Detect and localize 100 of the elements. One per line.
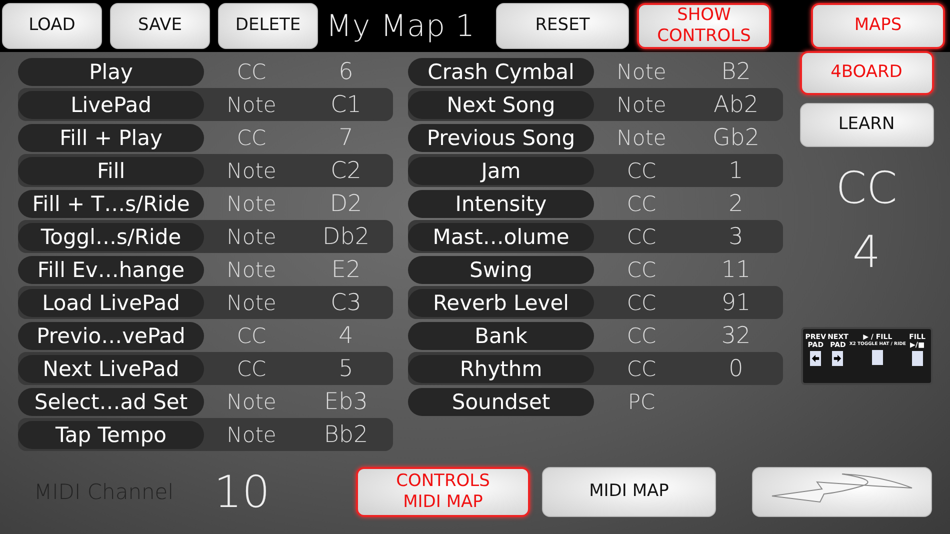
learn-value: 4: [852, 226, 880, 280]
message-value: 1: [728, 158, 744, 184]
message-type: CC: [626, 324, 658, 348]
mapping-row[interactable]: LivePad Note C1: [18, 88, 393, 121]
control-name: Swing: [408, 256, 594, 284]
control-name: Rhythm: [408, 354, 594, 382]
message-value: 5: [338, 356, 354, 382]
mapping-row[interactable]: Fill Note C2: [18, 154, 393, 187]
map-title: My Map 1: [326, 8, 476, 44]
message-type: Note: [226, 290, 278, 314]
message-value: C1: [330, 92, 362, 118]
control-name: Fill Ev…hange: [18, 256, 204, 284]
mapping-row[interactable]: Bank CC 32: [408, 319, 783, 352]
message-value: Eb3: [323, 388, 369, 414]
control-name: Play: [18, 58, 204, 86]
toolbar-button[interactable]: RESET: [496, 3, 629, 49]
message-value: B2: [720, 58, 752, 84]
message-type: Note: [226, 92, 278, 116]
mapping-row[interactable]: Load LivePad Note C3: [18, 286, 393, 319]
message-type: CC: [236, 356, 268, 380]
control-name: Next Song: [408, 90, 594, 118]
mapping-row[interactable]: Crash Cymbal Note B2: [408, 55, 783, 88]
control-name: Next LivePad: [18, 354, 204, 382]
mapping-row[interactable]: Fill + T…s/Ride Note D2: [18, 187, 393, 220]
toolbar-button[interactable]: SAVE: [110, 3, 210, 49]
control-name: Fill + Play: [18, 124, 204, 152]
message-value: D2: [328, 190, 364, 216]
mapping-row[interactable]: Fill + Play CC 7: [18, 121, 393, 154]
mapping-row[interactable]: Reverb Level CC 91: [408, 286, 783, 319]
message-type: Note: [616, 126, 668, 150]
mapping-row[interactable]: Play CC 6: [18, 55, 393, 88]
control-name: Reverb Level: [408, 288, 594, 316]
message-type: CC: [626, 356, 658, 380]
message-value: 91: [720, 290, 752, 316]
control-name: LivePad: [18, 90, 204, 118]
back-button[interactable]: [752, 467, 932, 517]
channel-value: 10: [214, 466, 271, 518]
control-name: Jam: [408, 156, 594, 184]
sidebar-button[interactable]: 4BOARD: [800, 51, 934, 95]
mapping-row[interactable]: Swing CC 11: [408, 253, 783, 286]
message-value: Ab2: [712, 92, 760, 118]
mapping-row[interactable]: Select…ad Set Note Eb3: [18, 385, 393, 418]
message-type: Note: [226, 158, 278, 182]
message-type: CC: [626, 290, 658, 314]
pedal-key: [912, 351, 923, 366]
message-type: CC: [236, 324, 268, 348]
message-value: Bb2: [322, 422, 370, 448]
control-name: Previous Song: [408, 124, 594, 152]
control-name: Soundset: [408, 388, 594, 416]
message-value: C3: [330, 290, 362, 316]
mapping-row[interactable]: Next Song Note Ab2: [408, 88, 783, 121]
message-value: 6: [338, 58, 354, 84]
message-value: 11: [720, 256, 752, 282]
message-value: 32: [720, 322, 752, 348]
message-type: Note: [226, 224, 278, 248]
toolbar-button[interactable]: LOAD: [2, 3, 102, 49]
control-name: Intensity: [408, 190, 594, 218]
message-type: Note: [226, 192, 278, 216]
toolbar-button[interactable]: DELETE: [218, 3, 318, 49]
message-value: 2: [728, 190, 744, 216]
control-name: Previo…vePad: [18, 322, 204, 350]
message-type: CC: [626, 258, 658, 282]
message-value: 3: [728, 224, 744, 250]
message-type: CC: [626, 224, 658, 248]
mapping-row[interactable]: Intensity CC 2: [408, 187, 783, 220]
control-name: Mast…olume: [408, 222, 594, 250]
message-type: CC: [626, 158, 658, 182]
toolbar-button[interactable]: SHOW CONTROLS: [637, 3, 771, 49]
mapping-row[interactable]: Previo…vePad CC 4: [18, 319, 393, 352]
control-name: Load LivePad: [18, 288, 204, 316]
message-value: E2: [330, 256, 362, 282]
mapping-row[interactable]: Tap Tempo Note Bb2: [18, 418, 393, 451]
mapping-row[interactable]: Next LivePad CC 5: [18, 352, 393, 385]
control-name: Tap Tempo: [18, 420, 204, 448]
mapping-row[interactable]: Jam CC 1: [408, 154, 783, 187]
message-type: Note: [226, 390, 278, 414]
message-value: 4: [338, 322, 354, 348]
control-name: Select…ad Set: [18, 388, 204, 416]
left-arrow-icon: [811, 354, 820, 364]
control-name: Crash Cymbal: [408, 58, 594, 86]
map-button[interactable]: MIDI MAP: [542, 467, 716, 517]
control-name: Bank: [408, 322, 594, 350]
mapping-row[interactable]: Toggl…s/Ride Note Db2: [18, 220, 393, 253]
mapping-row[interactable]: Mast…olume CC 3: [408, 220, 783, 253]
message-type: CC: [236, 60, 268, 84]
sidebar-button[interactable]: LEARN: [800, 103, 934, 147]
control-name: Fill + T…s/Ride: [18, 190, 204, 218]
control-name: Fill: [18, 156, 204, 184]
right-arrow-icon: [833, 354, 842, 364]
maps-button[interactable]: MAPS: [811, 3, 945, 49]
message-value: Gb2: [711, 124, 761, 150]
message-type: Note: [226, 422, 278, 446]
control-name: Toggl…s/Ride: [18, 222, 204, 250]
mapping-row[interactable]: Fill Ev…hange Note E2: [18, 253, 393, 286]
mapping-row[interactable]: Previous Song Note Gb2: [408, 121, 783, 154]
message-type: PC: [626, 390, 656, 414]
map-button[interactable]: CONTROLS MIDI MAP: [356, 467, 530, 517]
mapping-row[interactable]: Soundset PC: [408, 385, 783, 418]
pedal-key: [872, 350, 884, 365]
mapping-row[interactable]: Rhythm CC 0: [408, 352, 783, 385]
